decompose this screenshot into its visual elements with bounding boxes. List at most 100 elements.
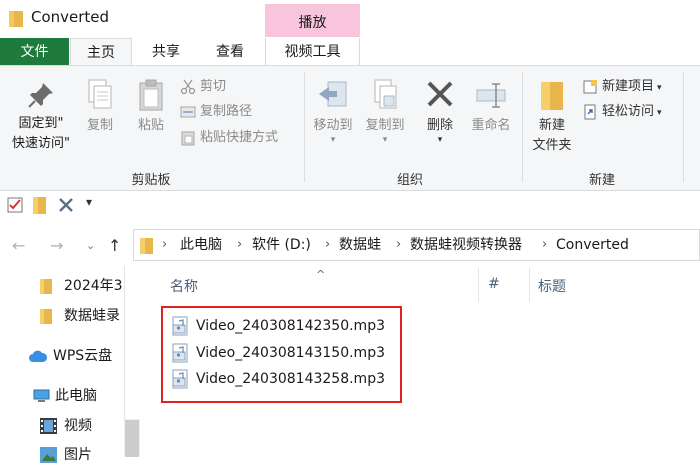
delete-button[interactable]: 删除 ▾ xyxy=(420,78,460,145)
folder-icon xyxy=(9,11,23,27)
copy-path-button[interactable]: 复制路径 xyxy=(180,101,252,123)
paste-icon xyxy=(139,79,163,111)
move-to-icon xyxy=(319,81,347,107)
copy-label: 复制 xyxy=(86,118,113,133)
cloud-icon xyxy=(29,350,48,362)
paste-label: 粘贴 xyxy=(137,118,164,133)
easy-access-label: 轻松访问 xyxy=(602,104,655,119)
copy-to-label: 复制到 xyxy=(365,118,405,133)
back-arrow-icon[interactable]: ← xyxy=(12,236,25,255)
new-folder-quick-icon[interactable] xyxy=(33,196,46,214)
nav-item-label: 此电脑 xyxy=(55,388,97,404)
nav-item-label: WPS云盘 xyxy=(53,348,113,364)
highlight-annotation-box xyxy=(161,306,402,403)
easy-access-button[interactable]: 轻松访问 ▾ xyxy=(582,101,662,123)
properties-check-icon[interactable] xyxy=(7,197,23,213)
tab-file[interactable]: 文件 xyxy=(0,38,69,66)
rename-button[interactable]: 重命名 xyxy=(466,78,516,136)
context-tab-header: 播放 xyxy=(265,4,360,37)
tab-video-tools[interactable]: 视频工具 xyxy=(265,38,360,66)
nav-item-label: 图片 xyxy=(64,447,92,463)
column-header-title[interactable]: 标题 xyxy=(538,276,566,296)
cut-label: 剪切 xyxy=(200,79,227,94)
rename-label: 重命名 xyxy=(471,118,511,133)
breadcrumb-separator[interactable]: › xyxy=(162,230,167,260)
tab-home[interactable]: 主页 xyxy=(70,38,132,66)
breadcrumb-this-pc[interactable]: 此电脑 xyxy=(180,230,222,260)
nav-item-label: 2024年3 xyxy=(64,278,123,294)
window-title: Converted xyxy=(31,8,110,26)
breadcrumb-shujuwa[interactable]: 数据蛙 xyxy=(339,230,381,260)
new-item-label: 新建项目 xyxy=(602,79,655,94)
new-folder-button[interactable]: 新建 文件夹 xyxy=(526,78,578,156)
copy-button[interactable]: 复制 xyxy=(80,78,120,136)
computer-icon xyxy=(33,389,50,402)
new-item-button[interactable]: 新建项目 ▾ xyxy=(582,76,662,98)
breadcrumb-separator[interactable]: › xyxy=(325,230,330,260)
move-to-label: 移动到 xyxy=(313,118,353,133)
new-group-label: 新建 xyxy=(588,173,615,188)
pin-icon xyxy=(28,83,53,108)
column-header-number[interactable]: # xyxy=(488,276,500,292)
paste-shortcut-label: 粘贴快捷方式 xyxy=(200,130,279,145)
cut-button[interactable]: 剪切 xyxy=(180,76,226,98)
new-folder-label-line2: 文件夹 xyxy=(532,138,572,153)
pin-label-line2: 快速访问" xyxy=(12,136,70,151)
navpane-scroll-track xyxy=(124,266,140,419)
sort-ascending-icon: ^ xyxy=(316,268,326,281)
forward-arrow-icon[interactable]: → xyxy=(50,236,63,255)
new-folder-icon xyxy=(541,82,563,110)
customize-toolbar-chevron-icon[interactable]: ▾ xyxy=(86,195,92,209)
breadcrumb-separator[interactable]: › xyxy=(542,230,547,260)
delete-quick-icon[interactable] xyxy=(58,197,74,213)
group-divider xyxy=(304,72,305,182)
copy-to-dropdown-icon: ▾ xyxy=(382,135,388,145)
group-divider xyxy=(683,72,684,182)
group-divider xyxy=(522,72,523,182)
delete-dropdown-icon: ▾ xyxy=(437,135,443,145)
easy-access-icon xyxy=(584,104,596,119)
breadcrumb-converted[interactable]: Converted xyxy=(556,230,629,260)
address-folder-icon xyxy=(140,238,153,254)
scissors-icon xyxy=(180,79,196,94)
film-icon xyxy=(40,418,57,434)
pictures-icon xyxy=(40,447,57,463)
paste-button[interactable]: 粘贴 xyxy=(131,78,171,136)
paste-shortcut-icon xyxy=(181,131,195,145)
copy-to-button[interactable]: 复制到 ▾ xyxy=(360,78,410,145)
delete-x-icon xyxy=(427,81,453,107)
move-to-button[interactable]: 移动到 ▾ xyxy=(308,78,358,145)
copy-icon xyxy=(88,79,112,109)
tab-share[interactable]: 共享 xyxy=(135,38,197,66)
up-arrow-icon[interactable]: ↑ xyxy=(108,236,121,255)
folder-icon xyxy=(40,309,52,324)
copy-path-label: 复制路径 xyxy=(200,104,253,119)
breadcrumb-drive-d[interactable]: 软件 (D:) xyxy=(252,230,311,260)
copy-path-icon xyxy=(180,106,196,117)
column-header-name[interactable]: 名称 xyxy=(170,276,198,296)
ribbon-tabs: 文件 主页 共享 查看 播放 视频工具 xyxy=(0,4,700,66)
pin-label-line1: 固定到" xyxy=(18,116,64,131)
new-folder-label-line1: 新建 xyxy=(538,118,565,133)
navigation-pane: 2024年3 数据蛙录 WPS云盘 此电脑 视频 图片 xyxy=(0,266,140,463)
new-item-dropdown-icon: ▾ xyxy=(657,83,662,93)
tab-view[interactable]: 查看 xyxy=(199,38,261,66)
rename-icon xyxy=(476,83,506,108)
quick-access-toolbar: ▾ xyxy=(0,193,700,219)
clipboard-group-label: 剪贴板 xyxy=(131,173,171,188)
recent-locations-chevron-icon[interactable]: ⌄ xyxy=(86,239,95,252)
paste-shortcut-button[interactable]: 粘贴快捷方式 xyxy=(180,127,278,149)
breadcrumb-converter[interactable]: 数据蛙视频转换器 xyxy=(410,230,522,260)
navigation-row: ← → ⌄ ↑ › 此电脑 › 软件 (D:) › 数据蛙 › 数据蛙视频转换器… xyxy=(0,224,700,264)
pin-quick-access-button[interactable]: 固定到" 快速访问" xyxy=(8,80,74,154)
breadcrumb-separator[interactable]: › xyxy=(237,230,242,260)
column-divider[interactable] xyxy=(529,268,530,302)
breadcrumb-separator[interactable]: › xyxy=(396,230,401,260)
folder-icon xyxy=(40,279,52,294)
column-divider[interactable] xyxy=(478,268,479,302)
nav-item-label: 视频 xyxy=(64,418,92,434)
nav-item-label: 数据蛙录 xyxy=(64,308,120,324)
navpane-scroll-thumb[interactable] xyxy=(125,420,139,457)
address-bar[interactable]: › 此电脑 › 软件 (D:) › 数据蛙 › 数据蛙视频转换器 › Conve… xyxy=(133,229,700,261)
ribbon: 固定到" 快速访问" 复制 粘贴 剪切 复制路径 粘贴快捷方式 剪贴板 移动到 … xyxy=(0,65,700,191)
